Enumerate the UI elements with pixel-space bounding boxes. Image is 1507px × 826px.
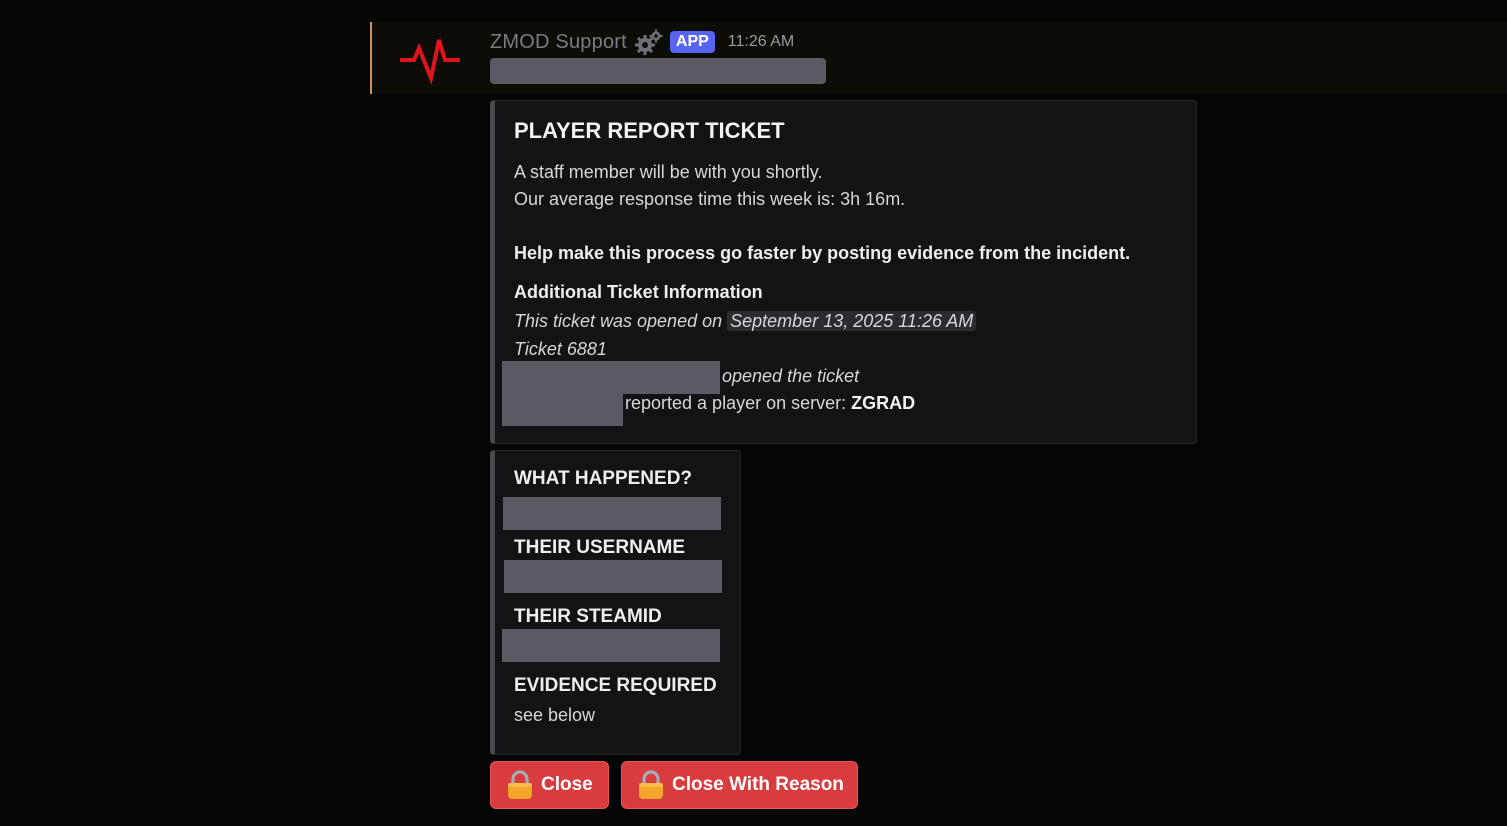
field-evidence-value: see below [514, 705, 596, 725]
heartbeat-icon[interactable] [400, 30, 460, 86]
lock-icon [508, 770, 532, 799]
close-with-reason-button[interactable]: Close With Reason [621, 761, 858, 809]
ticket-opened-date[interactable]: September 13, 2025 11:26 AM [727, 311, 977, 331]
author-name[interactable]: ZMOD Support [490, 31, 627, 54]
embed-line-staff: A staff member will be with you shortly. [514, 162, 823, 182]
ticket-opened-line: This ticket was opened on September 13, … [514, 311, 977, 332]
ticket-opened-prefix: This ticket was opened on [514, 311, 723, 331]
reported-line: reported a player on server: ZGRAD [625, 393, 915, 414]
additional-info-heading: Additional Ticket Information [514, 282, 763, 302]
embed-title: PLAYER REPORT TICKET [514, 118, 785, 143]
embed-help-text: Help make this process go faster by post… [514, 243, 1131, 263]
redacted-message-content [490, 58, 826, 84]
gear-icon [634, 29, 663, 55]
redacted-username [504, 560, 722, 593]
close-button[interactable]: Close [490, 761, 609, 809]
redacted-what-happened [503, 497, 721, 530]
reported-text: reported a player on server: [625, 393, 847, 413]
redacted-opener [502, 361, 720, 394]
redacted-reporter [502, 394, 623, 426]
message-timestamp: 11:26 AM [727, 33, 795, 50]
field-evidence-required: EVIDENCE REQUIRED [514, 675, 717, 696]
opened-the-ticket-text: opened the ticket [722, 366, 860, 386]
lock-icon [639, 770, 663, 799]
message-header: ZMOD Support APP 11:26 AM [490, 27, 794, 57]
server-name: ZGRAD [851, 393, 916, 413]
ticket-number: Ticket 6881 [514, 339, 607, 359]
close-button-label: Close [541, 774, 593, 795]
embed-line-response-time: Our average response time this week is: … [514, 189, 906, 209]
close-with-reason-label: Close With Reason [672, 774, 844, 795]
redacted-steamid [502, 629, 720, 662]
field-their-steamid: THEIR STEAMID [514, 606, 662, 627]
field-their-username: THEIR USERNAME [514, 537, 686, 558]
field-what-happened: WHAT HAPPENED? [514, 468, 693, 489]
app-badge: APP [669, 31, 715, 53]
